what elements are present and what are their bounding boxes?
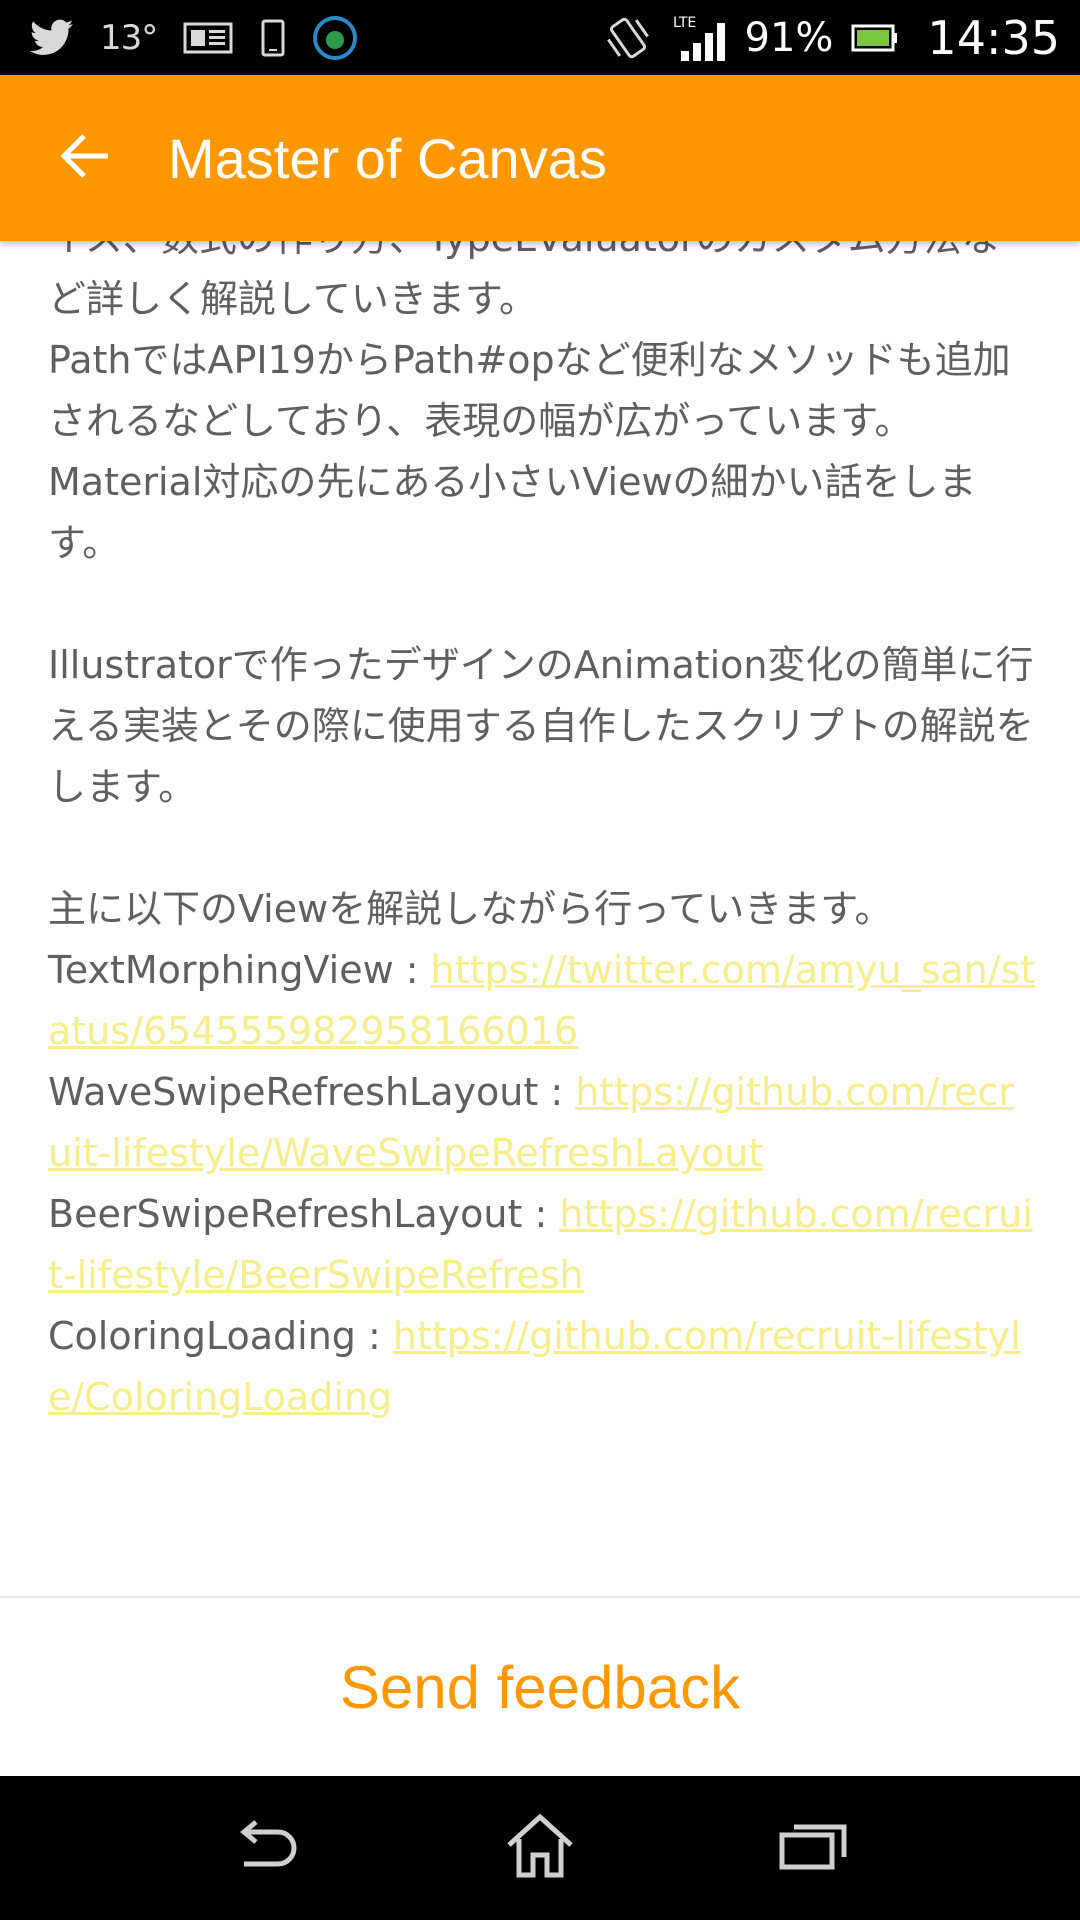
battery-icon [851, 23, 899, 53]
status-bar-right: LTE 91% 14:35 [603, 11, 1060, 65]
navigation-bar [0, 1776, 1080, 1920]
battery-percent: 91% [744, 14, 834, 61]
paragraph-3: Material対応の先にある小さいViewの細かい話をします。 [48, 460, 977, 565]
twitter-icon [30, 19, 74, 57]
link-row-beerswipe: BeerSwipeRefreshLayout : https://github.… [48, 1184, 1038, 1306]
temperature-text: 13° [100, 17, 158, 58]
paragraph-5: 主に以下のViewを解説しながら行っていきます。 [48, 887, 893, 931]
back-nav-icon [232, 1818, 302, 1878]
description-text: イス、数式の作り方、TypeEvaluatorのカスタム方法など詳しく解説してい… [48, 241, 1038, 1428]
clock: 14:35 [927, 10, 1060, 65]
status-bar-left: 13° [30, 14, 603, 62]
link-label: ColoringLoading : [48, 1314, 393, 1358]
link-label: WaveSwipeRefreshLayout : [48, 1070, 576, 1114]
feedback-area: Send feedback [0, 1598, 1080, 1776]
app-circle-icon [311, 14, 359, 62]
back-button[interactable] [40, 113, 130, 203]
nav-back-button[interactable] [212, 1793, 322, 1903]
vibrate-icon [603, 14, 653, 62]
network-type-text: LTE [673, 15, 696, 31]
recents-icon [778, 1821, 848, 1875]
nav-home-button[interactable] [485, 1793, 595, 1903]
signal-icon: LTE [671, 13, 727, 63]
page-title: Master of Canvas [168, 126, 607, 190]
paragraph-4: Illustratorで作ったデザインのAnimation変化の簡単に行える実装… [48, 643, 1034, 809]
link-label: BeerSwipeRefreshLayout : [48, 1192, 560, 1236]
arrow-back-icon [58, 132, 112, 184]
link-row-waveswipe: WaveSwipeRefreshLayout : https://github.… [48, 1062, 1038, 1184]
app-bar: Master of Canvas [0, 75, 1080, 241]
news-icon [183, 20, 235, 56]
nav-recents-button[interactable] [758, 1793, 868, 1903]
phone-icon [261, 19, 285, 57]
link-row-coloringloading: ColoringLoading : https://github.com/rec… [48, 1306, 1038, 1428]
status-bar: 13° LTE 91% 14:35 [0, 0, 1080, 75]
link-label: TextMorphingView : [48, 948, 431, 992]
send-feedback-button[interactable]: Send feedback [340, 1653, 740, 1722]
home-icon [505, 1813, 575, 1883]
session-description[interactable]: イス、数式の作り方、TypeEvaluatorのカスタム方法など詳しく解説してい… [0, 241, 1080, 1595]
link-row-textmorphing: TextMorphingView : https://twitter.com/a… [48, 940, 1038, 1062]
paragraph-1: イス、数式の作り方、TypeEvaluatorのカスタム方法など詳しく解説してい… [48, 241, 1000, 321]
paragraph-2: PathではAPI19からPath#opなど便利なメソッドも追加されるなどしてお… [48, 338, 1011, 443]
